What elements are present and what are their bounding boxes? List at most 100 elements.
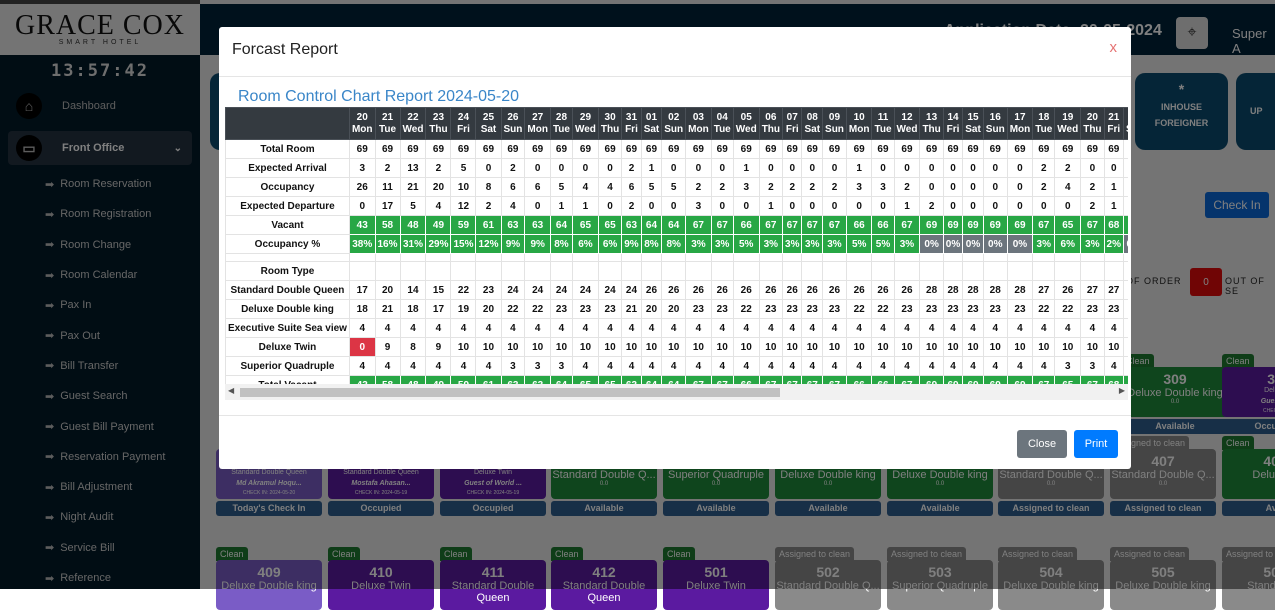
table-cell: 4 (758, 356, 784, 376)
table-cell: 22 (845, 299, 873, 319)
table-cell: 2 (1080, 196, 1105, 216)
table-cell: 69 (571, 139, 599, 159)
table-cell (661, 261, 687, 281)
date-weekday: Fri (625, 123, 638, 135)
table-cell: 69 (942, 139, 964, 159)
table-cell: 69 (962, 215, 984, 235)
table-cell: 3% (782, 234, 803, 254)
table-cell: 63 (524, 215, 551, 235)
table-cell: 38% (348, 234, 376, 254)
table-cell: 4 (621, 318, 642, 338)
table-cell: 8 (399, 337, 427, 357)
table-cell: 29% (425, 234, 452, 254)
table-cell: 0 (348, 196, 376, 216)
date-weekday: Tue (713, 123, 731, 135)
row-label: Expected Arrival (225, 158, 350, 178)
table-cell: 23 (962, 299, 984, 319)
table-cell: 64 (640, 215, 663, 235)
table-cell: 4 (661, 318, 687, 338)
table-cell: 67 (801, 215, 824, 235)
table-cell: 1 (845, 158, 873, 178)
table-cell: 26 (845, 280, 873, 300)
table-cell (919, 261, 944, 281)
table-cell: 5 (640, 177, 663, 197)
table-cell: 2 (425, 158, 452, 178)
close-button[interactable]: Close (1017, 430, 1067, 458)
table-cell: 0% (1123, 234, 1128, 254)
table-cell: 2 (782, 177, 803, 197)
table-cell: 4 (425, 196, 452, 216)
date-header: 11 Tue (871, 107, 895, 140)
table-cell: 67 (893, 215, 921, 235)
table-cell: 10 (758, 337, 784, 357)
table-cell (732, 253, 760, 262)
table-row: Occupancy 26 11 21 20 10 8 6 6 5 4 4 6 5 5 2 2 3 2 2 2 2 3 3 2 0 0… (225, 177, 1128, 197)
table-cell: 3 (1054, 356, 1082, 376)
close-icon[interactable]: x (1110, 39, 1118, 56)
table-cell (845, 261, 873, 281)
date-weekday: Fri (457, 123, 470, 135)
row-label: Deluxe Double king (225, 299, 350, 319)
table-row: Vacant 43 58 48 49 59 61 63 63 64 65 65 63 64 64 67 67 66… (225, 215, 1128, 235)
table-cell: 4 (500, 196, 526, 216)
table-cell: 67 (758, 215, 784, 235)
table-cell: 0 (919, 158, 944, 178)
table-cell: 0 (1054, 196, 1082, 216)
table-cell: 69 (822, 139, 847, 159)
table-cell: 23 (475, 280, 502, 300)
date-header: 04 Tue (710, 107, 734, 140)
scroll-right-icon[interactable]: ▶ (1119, 386, 1125, 395)
date-weekday: Thu (922, 123, 941, 135)
table-cell: 69 (1080, 139, 1105, 159)
table-cell: 6 (524, 177, 551, 197)
table-cell: 4 (450, 318, 477, 338)
date-weekday: Fri (1107, 123, 1121, 135)
table-cell: 26 (822, 280, 847, 300)
table-cell: 23 (597, 299, 623, 319)
table-cell: 0 (640, 196, 663, 216)
table-cell (782, 253, 803, 262)
table-cell: 69 (500, 139, 526, 159)
table-cell: 12 (450, 196, 477, 216)
table-cell: 21 (399, 177, 427, 197)
table-cell: 43 (348, 215, 376, 235)
table-cell: 4 (597, 356, 623, 376)
table-row: Deluxe Twin 0 9 8 9 10 10 10 10 10 10 10 10 10 10 10 10 1… (225, 337, 1128, 357)
date-day: 05 (740, 111, 752, 123)
scrollbar-thumb[interactable] (240, 388, 780, 397)
table-cell: 59 (450, 215, 477, 235)
date-day: 01 (645, 111, 658, 123)
horizontal-scrollbar[interactable]: ◀ ▶ (225, 384, 1128, 400)
table-cell (685, 253, 712, 262)
table-cell: 6% (571, 234, 599, 254)
table-cell (732, 261, 760, 281)
date-day: 27 (532, 111, 544, 123)
table-cell (640, 253, 663, 262)
table-cell: 9 (374, 337, 401, 357)
table-cell: 3 (871, 177, 895, 197)
table-cell: 10 (782, 337, 803, 357)
table-cell: 8% (661, 234, 687, 254)
table-cell: 23 (571, 299, 599, 319)
date-header: 23 Thu (425, 107, 452, 140)
table-cell: 2 (500, 158, 526, 178)
date-weekday: Mon (688, 123, 709, 135)
table-cell: 4 (732, 356, 760, 376)
table-cell: 4 (1032, 356, 1056, 376)
table-cell: 0 (822, 158, 847, 178)
table-cell (801, 253, 824, 262)
table-cell (1054, 261, 1082, 281)
date-day: 22 (407, 111, 419, 123)
table-cell: 4 (919, 356, 944, 376)
table-cell (893, 253, 921, 262)
table-cell: 17 (425, 299, 452, 319)
table-cell: 4 (1054, 318, 1082, 338)
table-cell: 20 (640, 299, 663, 319)
table-cell: 26 (710, 280, 734, 300)
scroll-left-icon[interactable]: ◀ (228, 386, 234, 395)
table-cell: 23 (1006, 299, 1034, 319)
table-cell: 1 (640, 158, 663, 178)
table-cell: 4 (1054, 177, 1082, 197)
date-header: 22 Wed (399, 107, 427, 140)
print-button[interactable]: Print (1074, 430, 1118, 458)
